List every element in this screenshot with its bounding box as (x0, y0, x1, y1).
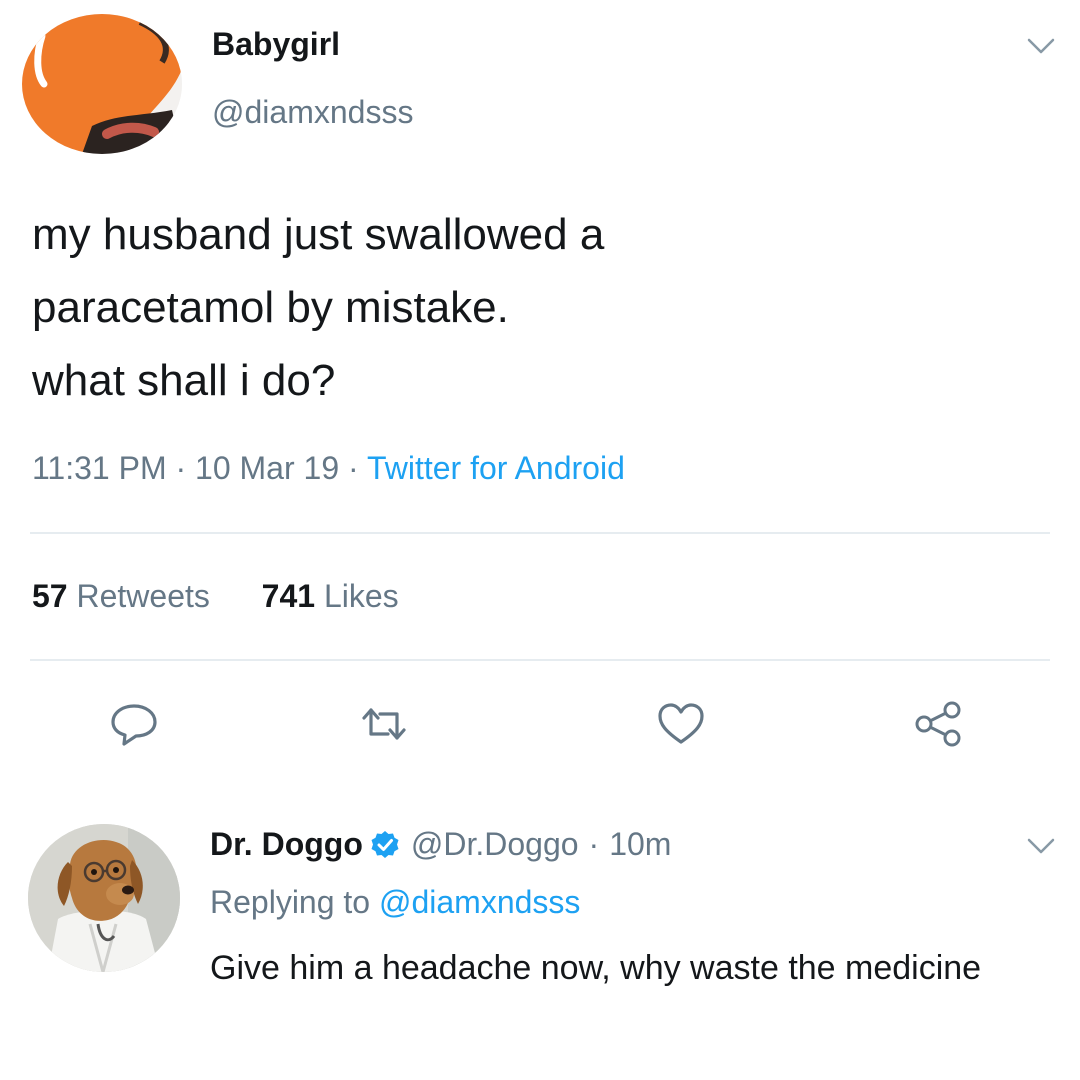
retweets-count: 57 (32, 578, 68, 614)
like-button[interactable] (655, 700, 707, 748)
reply-button[interactable] (108, 700, 160, 748)
replying-to-label: Replying to (210, 884, 371, 920)
reply-time-ago[interactable]: 10m (609, 826, 671, 863)
divider (30, 532, 1050, 534)
meta-separator: · (588, 826, 600, 862)
author-avatar[interactable] (22, 14, 182, 154)
tweet-stats: 57 Retweets 741 Likes (32, 578, 399, 615)
heart-icon (658, 703, 704, 744)
reply-author-avatar[interactable] (28, 824, 180, 972)
author-handle[interactable]: @diamxndsss (212, 94, 413, 131)
share-nodes-icon (915, 701, 961, 747)
replying-to-line: Replying to @diamxndsss (210, 884, 580, 921)
avatar-image (28, 824, 180, 972)
tweet-text: my husband just swallowed a paracetamol … (32, 210, 605, 405)
share-button[interactable] (912, 700, 964, 748)
divider (30, 659, 1050, 661)
retweets-stat[interactable]: 57 Retweets (32, 578, 219, 614)
likes-count: 741 (261, 578, 316, 614)
reply-author-display-name[interactable]: Dr. Doggo (210, 826, 363, 863)
meta-separator: · (348, 450, 359, 486)
chevron-down-icon[interactable] (1026, 836, 1056, 856)
speech-bubble-icon (111, 704, 157, 746)
reply-author-handle[interactable]: @Dr.Doggo (411, 826, 579, 863)
meta-separator: · (175, 450, 187, 486)
likes-label: Likes (323, 578, 399, 614)
retweet-arrows-icon (362, 708, 406, 740)
author-display-name[interactable]: Babygirl (212, 26, 340, 63)
retweet-button[interactable] (358, 700, 410, 748)
verified-badge-icon (369, 829, 401, 861)
reply-header: Dr. Doggo @Dr.Doggo · 10m (210, 826, 671, 863)
tweet-time[interactable]: 11:31 PM (32, 450, 167, 486)
avatar-image (22, 14, 182, 154)
tweet-source-link[interactable]: Twitter for Android (367, 450, 625, 486)
retweets-label: Retweets (76, 578, 210, 614)
tweet-meta: 11:31 PM · 10 Mar 19 · Twitter for Andro… (32, 450, 625, 487)
tweet-detail-screen: Babygirl @diamxndsss my husband just swa… (0, 0, 1080, 1080)
reply-text: Give him a headache now, why waste the m… (210, 949, 982, 987)
tweet-date[interactable]: 10 Mar 19 (195, 450, 339, 486)
chevron-down-icon[interactable] (1026, 36, 1056, 56)
replying-to-mention-link[interactable]: @diamxndsss (379, 884, 580, 920)
likes-stat[interactable]: 741 Likes (262, 578, 399, 614)
